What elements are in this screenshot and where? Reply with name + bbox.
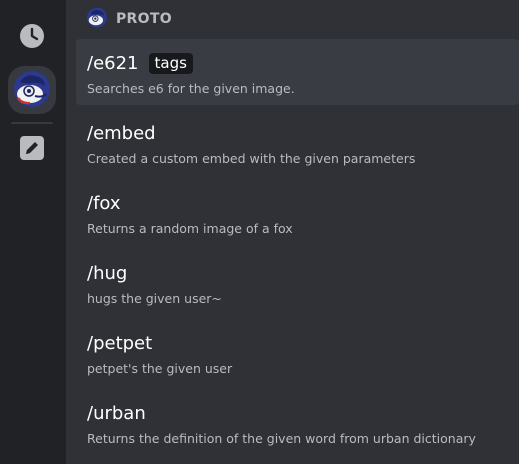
command-description: Searches e6 for the given image.: [87, 81, 295, 96]
command-item-hug[interactable]: /hug hugs the given user~: [76, 249, 519, 315]
bot-avatar: [86, 6, 108, 32]
bot-name: PROTO: [116, 11, 172, 27]
command-option-tag: tags: [148, 52, 193, 74]
command-name: /e621: [87, 52, 139, 74]
command-item-urban[interactable]: /urban Returns the definition of the giv…: [76, 389, 519, 455]
command-item-petpet[interactable]: /petpet petpet's the given user: [76, 319, 519, 385]
clock-icon: [18, 22, 46, 54]
command-description: petpet's the given user: [87, 361, 233, 376]
recent-commands-button[interactable]: [8, 14, 56, 62]
command-section-header: PROTO: [86, 6, 172, 32]
bot-category-button[interactable]: [8, 66, 56, 114]
bot-avatar: [12, 68, 52, 112]
command-item-fox[interactable]: /fox Returns a random image of a fox: [76, 179, 519, 245]
command-category-rail: [0, 0, 66, 464]
command-name: /fox: [87, 192, 121, 214]
command-name: /hug: [87, 262, 128, 284]
edit-commands-button[interactable]: [8, 126, 56, 174]
command-name: /petpet: [87, 332, 153, 354]
command-list-panel: PROTO /e621 tags Searches e6 for the giv…: [66, 0, 519, 464]
pencil-icon: [19, 135, 45, 165]
rail-divider: [11, 122, 53, 124]
command-description: hugs the given user~: [87, 291, 222, 306]
command-description: Created a custom embed with the given pa…: [87, 151, 416, 166]
command-item-embed[interactable]: /embed Created a custom embed with the g…: [76, 109, 519, 175]
command-description: Returns the definition of the given word…: [87, 431, 476, 446]
command-item-e621[interactable]: /e621 tags Searches e6 for the given ima…: [76, 39, 519, 105]
command-name: /urban: [87, 402, 146, 424]
command-description: Returns a random image of a fox: [87, 221, 293, 236]
command-name: /embed: [87, 122, 156, 144]
